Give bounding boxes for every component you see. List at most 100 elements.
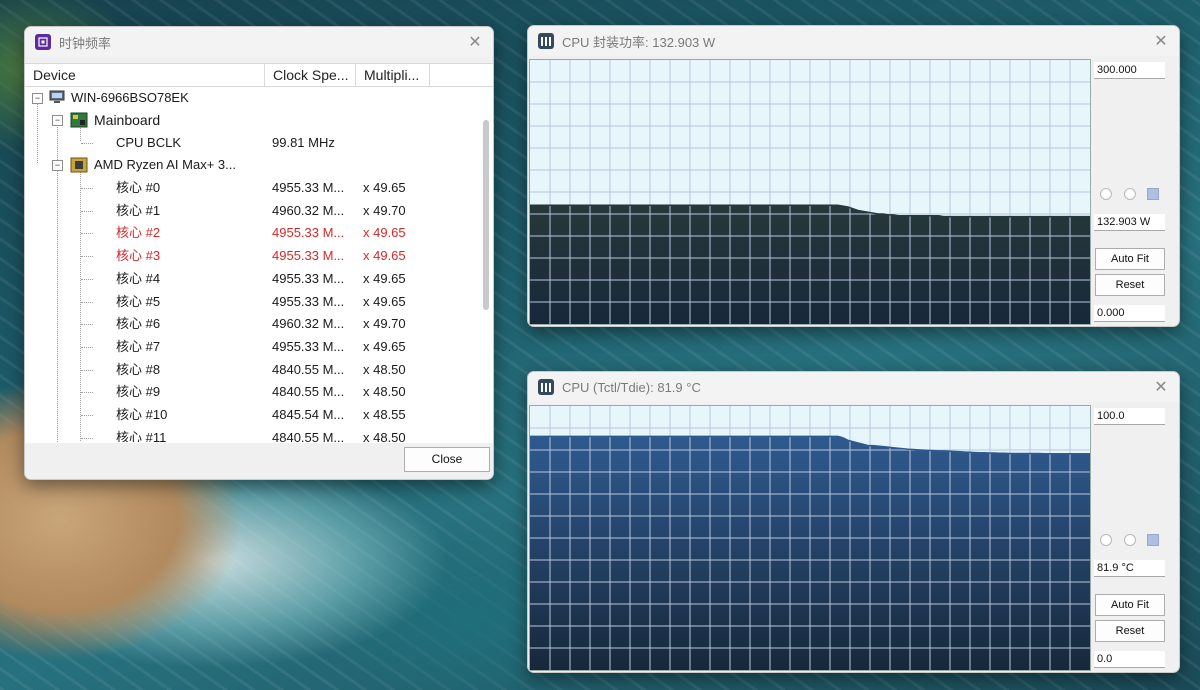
power-max-label: 300.000	[1094, 62, 1165, 79]
core-name: 核心 #1	[116, 202, 161, 218]
power-min-label: 0.000	[1094, 305, 1165, 322]
reset-button[interactable]: Reset	[1095, 620, 1165, 642]
collapse-icon[interactable]: −	[52, 160, 63, 171]
tree-line	[81, 437, 93, 439]
reset-button[interactable]: Reset	[1095, 274, 1165, 296]
close-icon[interactable]: ✕	[1143, 377, 1179, 397]
cpu-temperature-graph-window: CPU (Tctl/Tdie): 81.9 °C ✕ 100.0 81.9 °C…	[527, 371, 1180, 673]
scale-radio-1[interactable]	[1100, 188, 1112, 200]
bclk-label: CPU BCLK	[116, 135, 182, 150]
core-row[interactable]: 核心 #3 4955.33 M... x 49.65	[25, 245, 477, 267]
core-multiplier: x 48.55	[363, 407, 406, 422]
column-clock-speed[interactable]: Clock Spe...	[265, 64, 356, 86]
core-multiplier: x 49.70	[363, 316, 406, 332]
core-clock: 4840.55 M...	[272, 384, 345, 400]
core-clock: 4955.33 M...	[272, 338, 345, 354]
tree-line	[81, 256, 93, 258]
temp-chart	[530, 406, 1090, 670]
temp-window-title: CPU (Tctl/Tdie): 81.9 °C	[562, 379, 701, 395]
core-clock: 4840.55 M...	[272, 361, 345, 377]
core-name: 核心 #8	[116, 361, 161, 377]
core-clock: 4955.33 M...	[272, 225, 345, 241]
auto-fit-button[interactable]: Auto Fit	[1095, 594, 1165, 616]
core-row[interactable]: 核心 #5 4955.33 M... x 49.65	[25, 291, 477, 313]
auto-fit-button[interactable]: Auto Fit	[1095, 248, 1165, 270]
close-icon[interactable]: ✕	[1143, 31, 1179, 51]
power-current-label: 132.903 W	[1094, 214, 1165, 231]
temp-side-panel: 100.0 81.9 °C Auto Fit Reset 0.0	[1091, 405, 1177, 669]
bclk-clock: 99.81 MHz	[272, 135, 335, 150]
core-multiplier: x 49.65	[363, 293, 406, 309]
cpu-power-graph-window: CPU 封装功率: 132.903 W ✕ 300.000 132.903 W …	[527, 25, 1180, 327]
core-multiplier: x 49.70	[363, 202, 406, 218]
core-multiplier: x 49.65	[363, 248, 406, 264]
scale-checkbox[interactable]	[1147, 188, 1159, 200]
core-multiplier: x 48.50	[363, 429, 406, 442]
core-clock: 4955.33 M...	[272, 180, 345, 195]
clock-frequency-window: 时钟频率 ✕ Device Clock Spe... Multipli... −…	[24, 26, 494, 480]
core-name: 核心 #10	[116, 407, 168, 422]
core-name: 核心 #9	[116, 384, 161, 400]
tree-line	[81, 415, 93, 416]
core-row[interactable]: 核心 #6 4960.32 M... x 49.70	[25, 313, 477, 335]
temp-plot	[529, 405, 1091, 671]
clock-footer: Close	[25, 443, 493, 479]
core-row[interactable]: 核心 #9 4840.55 M... x 48.50	[25, 381, 477, 403]
tree-line	[81, 143, 93, 144]
core-clock: 4955.33 M...	[272, 270, 345, 286]
core-name: 核心 #3	[116, 248, 161, 264]
cpu-row[interactable]: − AMD Ryzen AI Max+ 3...	[25, 154, 477, 176]
temp-max-label: 100.0	[1094, 408, 1165, 425]
scale-radio-1[interactable]	[1100, 534, 1112, 546]
power-chart	[530, 60, 1090, 324]
core-multiplier: x 48.50	[363, 384, 406, 400]
core-row[interactable]: 核心 #2 4955.33 M... x 49.65	[25, 222, 477, 244]
core-clock: 4840.55 M...	[272, 429, 345, 442]
tree-line	[81, 392, 93, 394]
bclk-row[interactable]: CPU BCLK 99.81 MHz	[25, 132, 477, 154]
core-multiplier: x 49.65	[363, 180, 406, 195]
temp-min-label: 0.0	[1094, 651, 1165, 668]
mainboard-row[interactable]: − Mainboard	[25, 109, 477, 131]
power-titlebar[interactable]: CPU 封装功率: 132.903 W ✕	[528, 26, 1179, 56]
core-name: 核心 #4	[116, 270, 161, 286]
mainboard-label: Mainboard	[94, 112, 161, 128]
device-tree-panel: Device Clock Spe... Multipli... − WIN-69…	[25, 63, 493, 443]
collapse-icon[interactable]: −	[52, 115, 63, 126]
core-row[interactable]: 核心 #4 4955.33 M... x 49.65	[25, 268, 477, 290]
core-row[interactable]: 核心 #8 4840.55 M... x 48.50	[25, 359, 477, 381]
power-window-title: CPU 封装功率: 132.903 W	[562, 34, 716, 50]
collapse-icon[interactable]: −	[32, 93, 43, 104]
clock-titlebar[interactable]: 时钟频率 ✕	[25, 27, 493, 57]
core-row[interactable]: 核心 #0 4955.33 M... x 49.65	[25, 177, 477, 199]
power-plot	[529, 59, 1091, 325]
column-multiplier[interactable]: Multipli...	[356, 64, 430, 86]
scale-radio-2[interactable]	[1124, 188, 1136, 200]
scrollbar-thumb[interactable]	[483, 120, 489, 310]
core-clock: 4960.32 M...	[272, 202, 345, 218]
temp-titlebar[interactable]: CPU (Tctl/Tdie): 81.9 °C ✕	[528, 372, 1179, 402]
root-label: WIN-6966BSO78EK	[71, 90, 189, 105]
device-tree[interactable]: − WIN-6966BSO78EK − Mainboard CPU BCLK 9…	[25, 87, 493, 442]
scale-radio-2[interactable]	[1124, 534, 1136, 546]
core-name: 核心 #6	[116, 316, 161, 332]
tree-line	[81, 369, 93, 371]
clock-window-title: 时钟频率	[59, 35, 112, 51]
core-row[interactable]: 核心 #7 4955.33 M... x 49.65	[25, 336, 477, 358]
close-button[interactable]: Close	[404, 447, 490, 472]
core-row[interactable]: 核心 #10 4845.54 M... x 48.55	[25, 404, 477, 426]
core-row[interactable]: 核心 #11 4840.55 M... x 48.50	[25, 427, 477, 442]
core-row[interactable]: 核心 #1 4960.32 M... x 49.70	[25, 200, 477, 222]
tree-root-row[interactable]: − WIN-6966BSO78EK	[25, 87, 477, 109]
core-multiplier: x 49.65	[363, 225, 406, 241]
core-name: 核心 #7	[116, 338, 161, 354]
core-clock: 4955.33 M...	[272, 248, 345, 264]
core-name: 核心 #5	[116, 293, 161, 309]
core-name: 核心 #11	[116, 429, 167, 442]
scale-checkbox[interactable]	[1147, 534, 1159, 546]
close-icon[interactable]: ✕	[457, 32, 493, 52]
core-clock: 4955.33 M...	[272, 293, 345, 309]
column-device[interactable]: Device	[25, 64, 265, 86]
tree-line	[81, 301, 93, 303]
tree-line	[81, 233, 93, 235]
